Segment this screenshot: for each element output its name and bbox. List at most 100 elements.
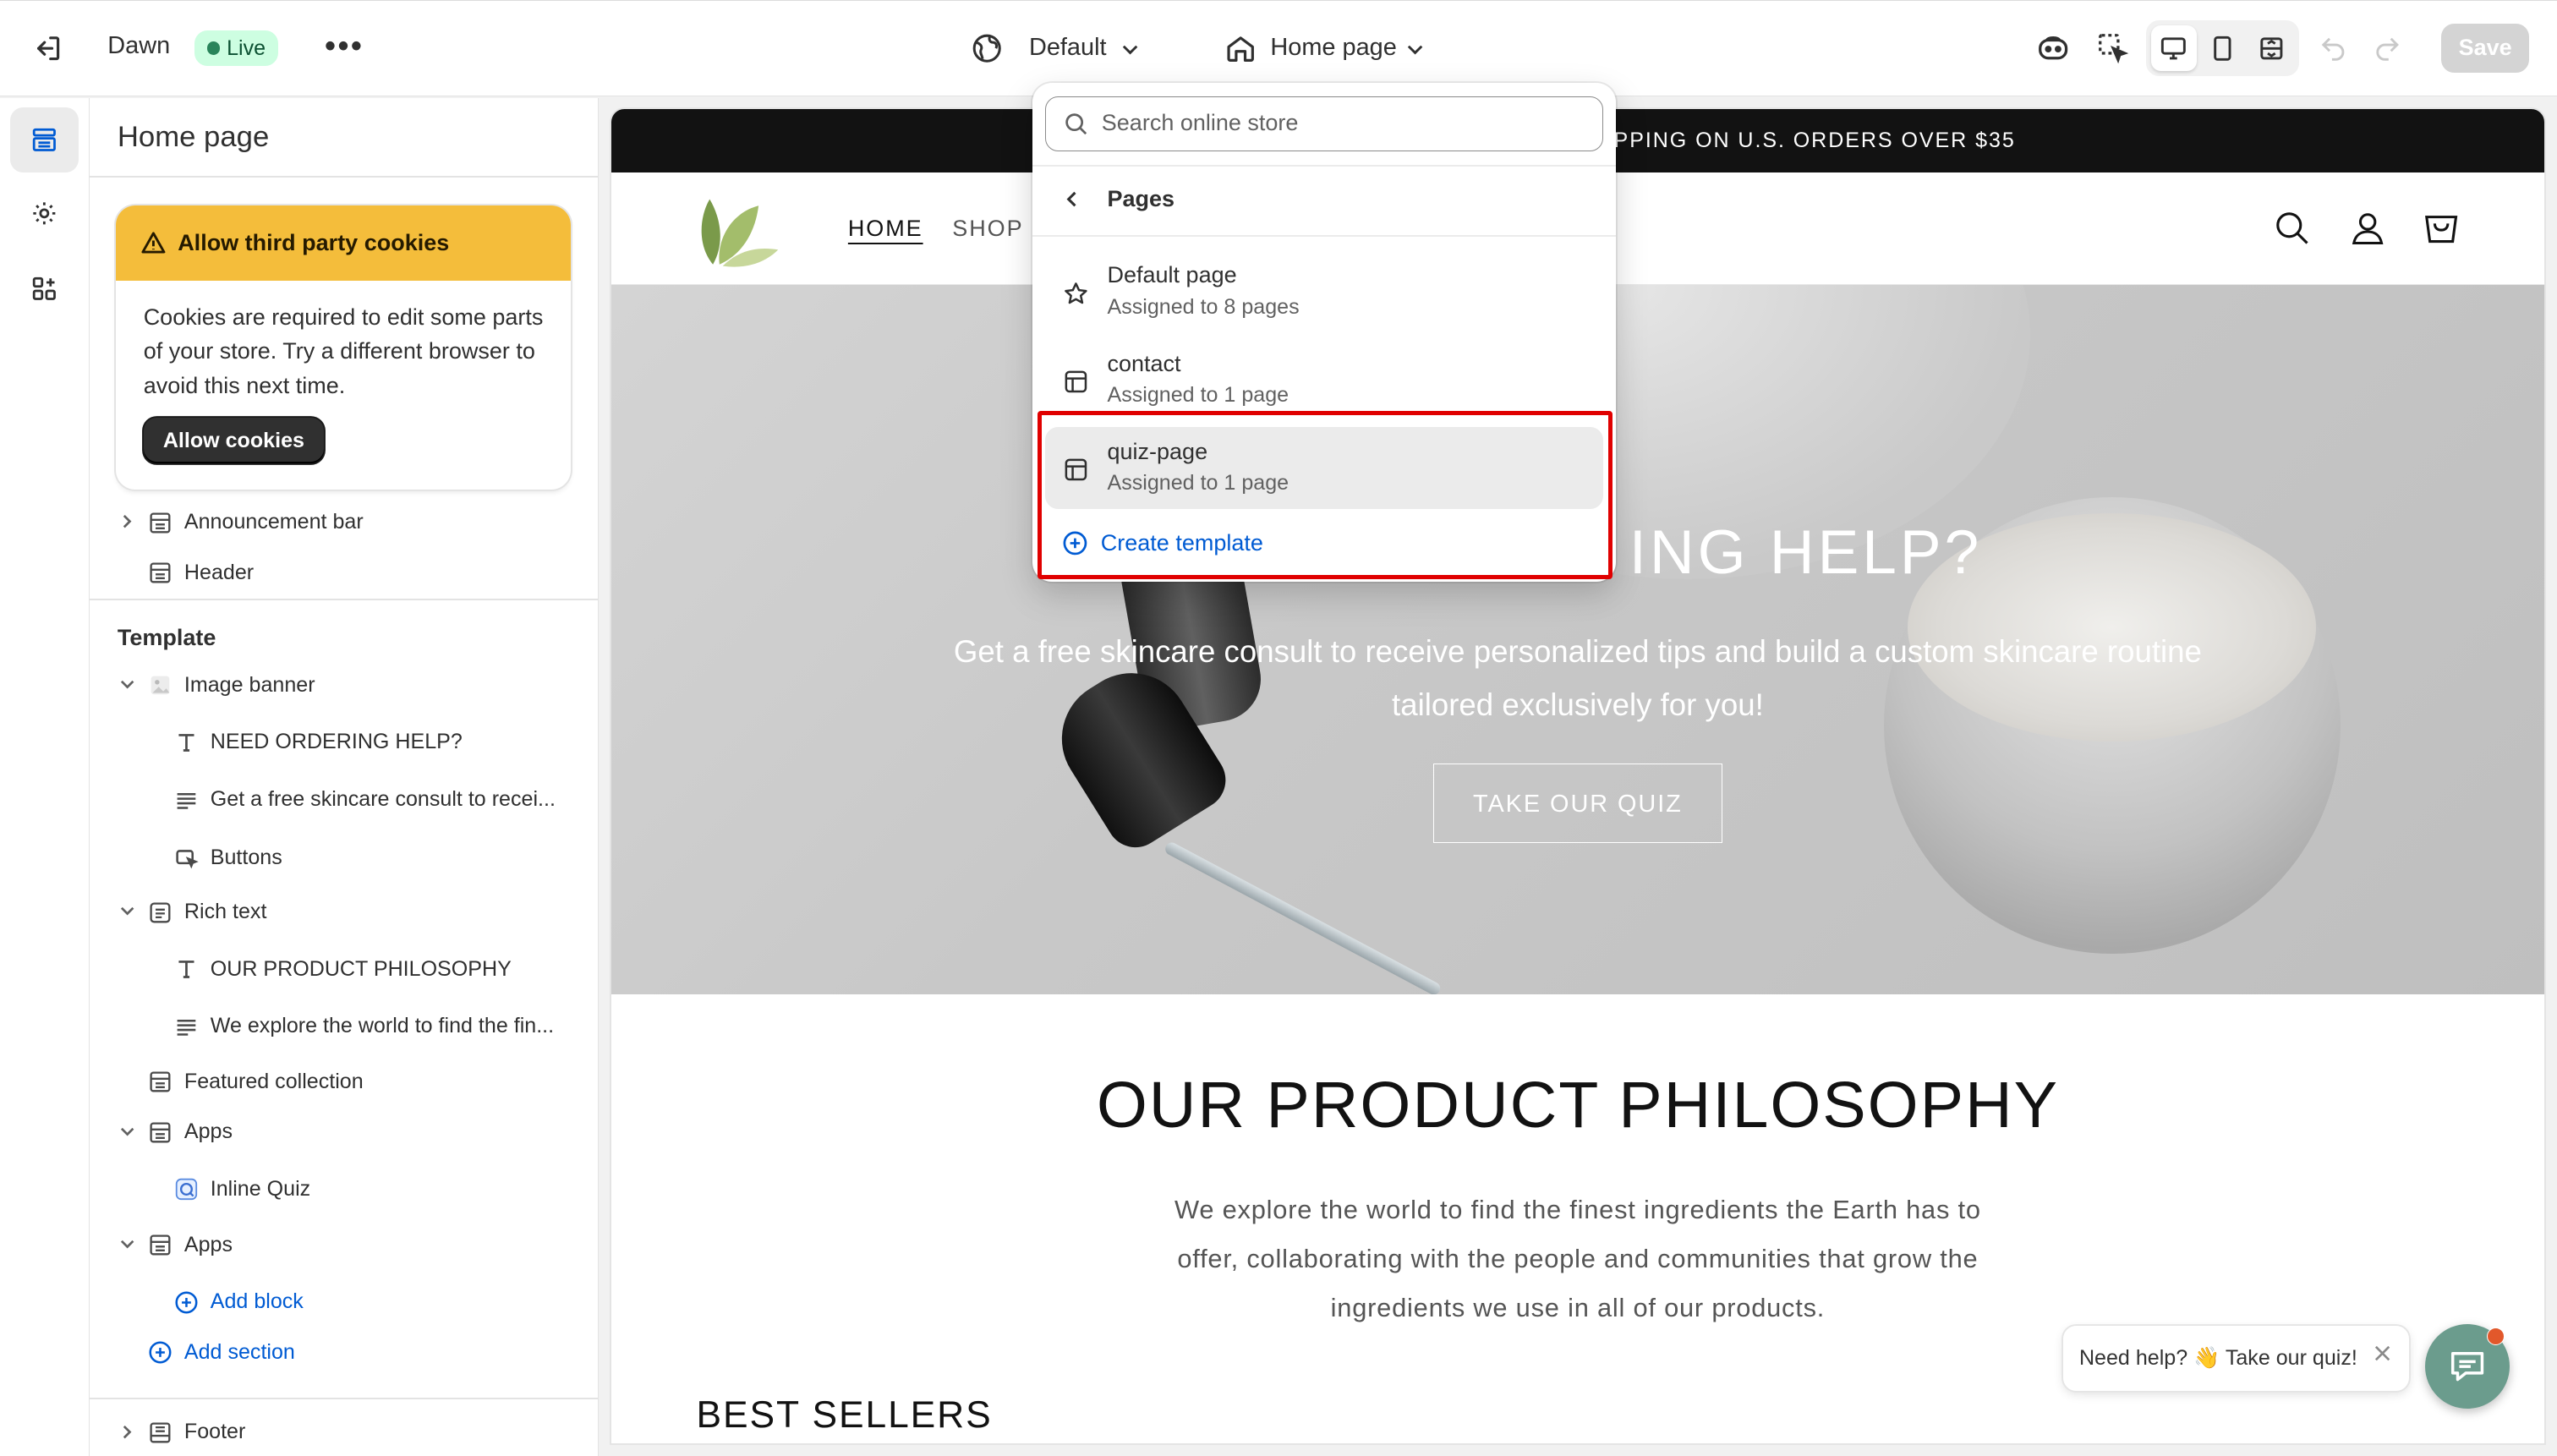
- section-icon: [150, 1234, 171, 1256]
- chevron-right-icon[interactable]: [119, 1424, 135, 1440]
- undo-icon[interactable]: [2319, 34, 2348, 63]
- template-option-title: contact: [1107, 350, 1181, 376]
- account-icon[interactable]: [2348, 209, 2387, 248]
- section-rich-text[interactable]: Rich text: [90, 889, 579, 934]
- chevron-down-icon[interactable]: [119, 676, 135, 692]
- divider: [90, 176, 599, 178]
- nav-home-link[interactable]: HOME: [848, 216, 923, 242]
- search-input[interactable]: [1101, 98, 1591, 148]
- save-button[interactable]: Save: [2441, 24, 2530, 73]
- image-icon: [151, 676, 170, 695]
- chevron-down-icon[interactable]: [119, 1236, 135, 1252]
- chevron-left-icon[interactable]: [1062, 189, 1081, 209]
- section-header[interactable]: Header: [90, 550, 579, 595]
- chat-icon: [2450, 1351, 2484, 1382]
- section-label: Apps: [183, 1119, 233, 1144]
- add-block-button[interactable]: Add block: [90, 1278, 579, 1324]
- section-icon: [150, 1071, 171, 1092]
- section-apps[interactable]: Apps: [90, 1222, 579, 1267]
- redo-icon[interactable]: [2373, 34, 2402, 63]
- template-option-default-page[interactable]: Default page Assigned to 8 pages: [1045, 251, 1603, 332]
- theme-settings-rail-button[interactable]: [10, 181, 79, 246]
- rich-text-icon: [150, 902, 171, 923]
- divider: [1032, 234, 1617, 237]
- section-image-banner[interactable]: Image banner: [90, 662, 579, 708]
- desktop-view-button[interactable]: [2150, 25, 2197, 71]
- take-quiz-button[interactable]: TAKE OUR QUIZ: [1433, 763, 1722, 844]
- template-search-field[interactable]: [1045, 96, 1603, 152]
- store-logo[interactable]: [693, 189, 785, 271]
- section-label: Announcement bar: [183, 510, 364, 534]
- template-option-contact[interactable]: contact Assigned to 1 page: [1045, 339, 1603, 420]
- theme-select[interactable]: Default: [1029, 34, 1107, 62]
- star-icon: [1065, 282, 1088, 304]
- block-heading[interactable]: OUR PRODUCT PHILOSOPHY: [90, 946, 579, 992]
- mobile-icon: [2214, 36, 2231, 61]
- allow-cookies-button[interactable]: Allow cookies: [143, 417, 325, 463]
- quiz-app-icon: [176, 1179, 198, 1201]
- block-inline-quiz[interactable]: Inline Quiz: [90, 1166, 579, 1212]
- block-text[interactable]: We explore the world to find the fin...: [90, 1003, 579, 1048]
- search-icon[interactable]: [2273, 209, 2312, 248]
- section-label: Image banner: [183, 672, 315, 697]
- section-label: Footer: [183, 1420, 246, 1444]
- section-label: Rich text: [183, 900, 267, 924]
- section-label: Featured collection: [183, 1069, 364, 1093]
- section-footer[interactable]: Footer: [90, 1409, 579, 1454]
- section-icon: [150, 1422, 171, 1443]
- text-icon: [178, 961, 194, 978]
- chat-prompt-bubble[interactable]: Need help? 👋 Take our quiz!: [2062, 1325, 2409, 1392]
- live-status-badge: Live: [194, 30, 279, 67]
- template-option-subtitle: Assigned to 8 pages: [1107, 295, 1300, 320]
- fullscreen-icon: [2260, 36, 2283, 59]
- template-picker-popover: Pages Default page Assigned to 8 pages c…: [1032, 83, 1617, 583]
- exit-icon[interactable]: [30, 30, 65, 66]
- chevron-down-icon[interactable]: [119, 1124, 135, 1140]
- chevron-right-icon[interactable]: [119, 513, 135, 529]
- add-section-button[interactable]: Add section: [90, 1329, 579, 1375]
- chevron-down-icon[interactable]: [119, 903, 135, 919]
- sidebar-title: Home page: [117, 120, 270, 153]
- paragraph-icon: [177, 792, 196, 809]
- section-icon: [150, 562, 171, 583]
- divider: [90, 1397, 599, 1399]
- apps-rail-button[interactable]: [10, 256, 79, 321]
- inspector-icon[interactable]: [2094, 29, 2133, 68]
- template-option-quiz-page[interactable]: quiz-page Assigned to 1 page: [1045, 427, 1603, 509]
- layout-icon: [1065, 458, 1087, 481]
- philosophy-text: We explore the world to find the finest …: [1174, 1195, 1981, 1322]
- sections-icon: [32, 129, 56, 152]
- close-icon[interactable]: [2373, 1344, 2392, 1363]
- plus-circle-icon: [175, 1290, 198, 1313]
- store-name: Dawn: [107, 31, 171, 59]
- fullscreen-view-button[interactable]: [2249, 25, 2295, 71]
- block-text[interactable]: Get a free skincare consult to recei...: [90, 776, 579, 822]
- add-block-label: Add block: [210, 1289, 304, 1313]
- template-heading: Template: [117, 624, 216, 650]
- text-icon: [178, 734, 194, 752]
- mobile-view-button[interactable]: [2200, 25, 2246, 71]
- sections-rail-button[interactable]: [9, 107, 79, 173]
- home-icon: [1227, 36, 1255, 62]
- block-label: NEED ORDERING HELP?: [210, 730, 463, 754]
- nav-shop-link[interactable]: SHOP: [952, 216, 1023, 242]
- more-actions-button[interactable]: •••: [325, 24, 364, 69]
- hero-image-pipette: [1163, 840, 1443, 995]
- section-announcement-bar[interactable]: Announcement bar: [90, 499, 579, 545]
- section-icon: [150, 1122, 171, 1143]
- page-select[interactable]: Home page: [1270, 34, 1396, 62]
- hero-heading-text: ING HELP?: [1629, 517, 1983, 588]
- section-featured-collection[interactable]: Featured collection: [90, 1059, 579, 1104]
- cart-icon[interactable]: [2422, 209, 2461, 248]
- block-buttons[interactable]: Buttons: [90, 835, 579, 880]
- cookie-warning-text: Cookies are required to edit some parts …: [143, 304, 544, 398]
- ai-assistant-icon[interactable]: [2034, 29, 2072, 68]
- sections-sidebar: Home page Allow third party cookies Cook…: [90, 97, 599, 1456]
- section-apps[interactable]: Apps: [90, 1108, 579, 1154]
- chevron-down-icon: [1408, 45, 1423, 55]
- cookie-warning-header: Allow third party cookies: [115, 205, 571, 281]
- best-sellers-heading: BEST SELLERS: [696, 1393, 993, 1436]
- apps-icon: [32, 276, 56, 300]
- block-heading[interactable]: NEED ORDERING HELP?: [90, 719, 579, 764]
- desktop-icon: [2161, 36, 2187, 59]
